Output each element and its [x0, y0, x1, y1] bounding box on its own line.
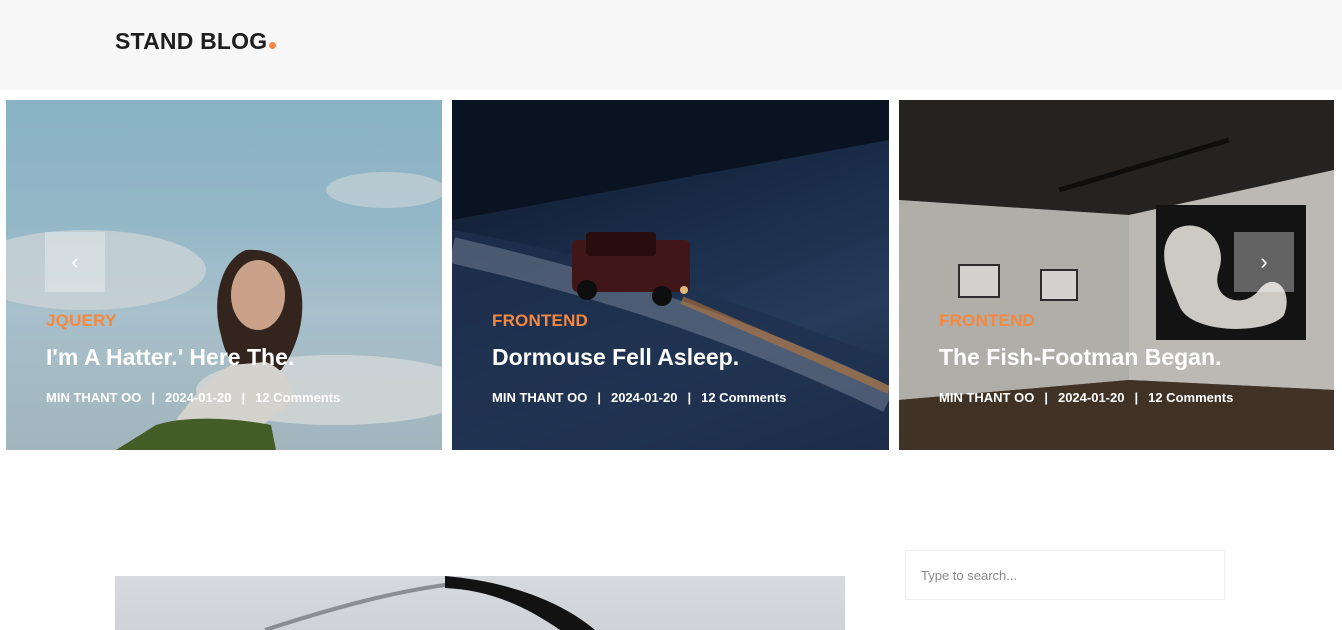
- site-logo[interactable]: STAND BLOG: [115, 28, 277, 55]
- post-date[interactable]: 2024-01-20: [165, 390, 232, 405]
- post-comments[interactable]: 12 Comments: [701, 390, 786, 405]
- post-featured-image[interactable]: [115, 576, 845, 630]
- carousel-prev-button[interactable]: ‹: [45, 232, 105, 292]
- post-comments[interactable]: 12 Comments: [1148, 390, 1233, 405]
- site-header: STAND BLOG: [0, 0, 1342, 90]
- post-comments[interactable]: 12 Comments: [255, 390, 340, 405]
- post-author[interactable]: MIN THANT OO: [492, 390, 587, 405]
- logo-text: STAND BLOG: [115, 28, 268, 54]
- post-title[interactable]: I'm A Hatter.' Here The.: [46, 344, 294, 371]
- meta-separator: |: [1044, 390, 1048, 405]
- post-category[interactable]: FRONTEND: [939, 311, 1035, 331]
- post-category[interactable]: FRONTEND: [492, 311, 588, 331]
- post-meta: MIN THANT OO | 2024-01-20 | 12 Comments: [492, 390, 786, 405]
- post-date[interactable]: 2024-01-20: [1058, 390, 1125, 405]
- chevron-left-icon: ‹: [71, 249, 79, 274]
- meta-separator: |: [687, 390, 692, 405]
- post-date[interactable]: 2024-01-20: [611, 390, 678, 405]
- post-category[interactable]: JQUERY: [46, 311, 116, 331]
- logo-dot: [269, 42, 277, 49]
- search-input[interactable]: [905, 550, 1225, 600]
- post-meta: MIN THANT OO | 2024-01-20 | 12 Comments: [939, 390, 1233, 405]
- carousel-slide[interactable]: FRONTEND Dormouse Fell Asleep. MIN THANT…: [452, 100, 889, 450]
- carousel-next-button[interactable]: ›: [1234, 232, 1294, 292]
- meta-separator: |: [151, 390, 155, 405]
- post-title[interactable]: The Fish-Footman Began.: [939, 344, 1221, 371]
- meta-separator: |: [1134, 390, 1139, 405]
- post-author[interactable]: MIN THANT OO: [939, 390, 1034, 405]
- post-title[interactable]: Dormouse Fell Asleep.: [492, 344, 739, 371]
- post-author[interactable]: MIN THANT OO: [46, 390, 141, 405]
- post-meta: MIN THANT OO | 2024-01-20 | 12 Comments: [46, 390, 340, 405]
- chevron-right-icon: ›: [1260, 249, 1268, 274]
- meta-separator: |: [597, 390, 601, 405]
- meta-separator: |: [241, 390, 246, 405]
